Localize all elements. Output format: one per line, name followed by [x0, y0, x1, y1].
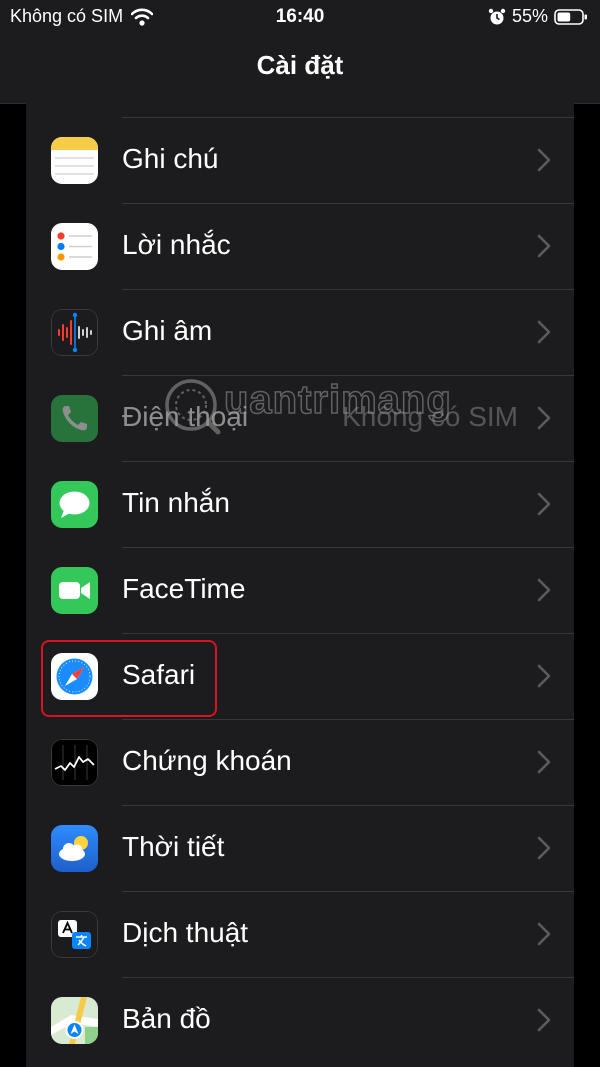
highlight-box — [41, 640, 217, 717]
messages-icon — [51, 481, 98, 528]
settings-row-translate[interactable]: Dịch thuật — [26, 892, 574, 978]
settings-row-label: Bản đồ — [122, 1003, 211, 1034]
settings-row-label: Ghi chú — [122, 143, 219, 174]
settings-row-label: Điện thoại — [122, 401, 249, 432]
settings-row-phone: Điện thoại Không có SIM — [26, 376, 574, 462]
settings-row-maps[interactable]: Bản đồ — [26, 978, 574, 1064]
settings-row-label: FaceTime — [122, 573, 246, 604]
weather-icon — [51, 825, 98, 872]
settings-row-reminders[interactable]: Lời nhắc — [26, 204, 574, 290]
voice-memos-icon — [51, 309, 98, 356]
settings-row-label: Lời nhắc — [122, 229, 231, 260]
settings-row-facetime[interactable]: FaceTime — [26, 548, 574, 634]
chevron-right-icon — [537, 1008, 551, 1032]
settings-row-label: Tin nhắn — [122, 487, 230, 518]
maps-icon — [51, 997, 98, 1044]
settings-row-detail: Không có SIM — [342, 401, 518, 432]
chevron-right-icon — [537, 320, 551, 344]
translate-icon — [51, 911, 98, 958]
alarm-icon — [488, 8, 506, 26]
phone-icon — [51, 395, 98, 442]
chevron-right-icon — [537, 578, 551, 602]
facetime-icon — [51, 567, 98, 614]
settings-row-label: Thời tiết — [122, 831, 225, 862]
chevron-right-icon — [537, 750, 551, 774]
settings-row-label: Chứng khoán — [122, 745, 292, 776]
settings-row-messages[interactable]: Tin nhắn — [26, 462, 574, 548]
settings-row-label: Dịch thuật — [122, 917, 249, 948]
settings-list[interactable]: Ghi chú Lời nhắc Ghi âm Điện thoại Không… — [26, 103, 574, 1067]
chevron-right-icon — [537, 922, 551, 946]
settings-row-voice-memos[interactable]: Ghi âm — [26, 290, 574, 376]
battery-icon — [554, 8, 588, 26]
chevron-right-icon — [537, 492, 551, 516]
chevron-right-icon — [537, 664, 551, 688]
settings-row-stocks[interactable]: Chứng khoán — [26, 720, 574, 806]
settings-row-weather[interactable]: Thời tiết — [26, 806, 574, 892]
chevron-right-icon — [537, 148, 551, 172]
status-right: 55% — [488, 6, 588, 27]
battery-percent: 55% — [511, 6, 548, 26]
settings-row-label: Ghi âm — [122, 315, 213, 346]
status-bar: Không có SIM 16:40 55% — [0, 0, 600, 34]
navigation-bar: Cài đặt — [0, 34, 600, 104]
chevron-right-icon — [537, 836, 551, 860]
stocks-icon — [51, 739, 98, 786]
chevron-right-icon — [537, 234, 551, 258]
reminders-icon — [51, 223, 98, 270]
chevron-right-icon — [537, 406, 551, 430]
settings-row-notes[interactable]: Ghi chú — [26, 118, 574, 204]
page-title: Cài đặt — [256, 50, 344, 80]
notes-icon — [51, 137, 98, 184]
